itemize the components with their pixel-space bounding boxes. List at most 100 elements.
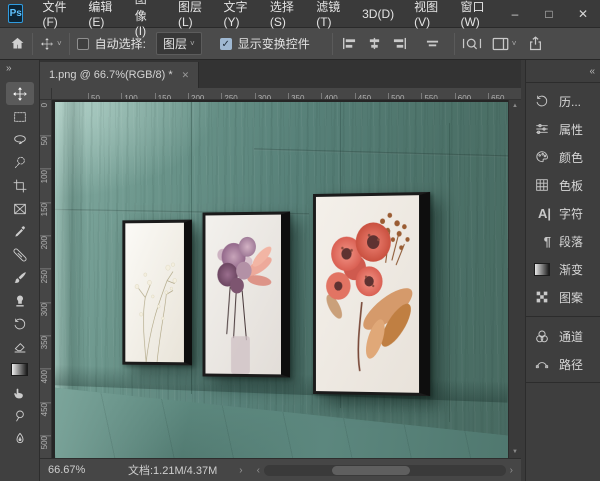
home-icon[interactable] [10,36,25,51]
ruler-tick: 50 [88,93,121,100]
panel-history[interactable]: 历... [526,87,600,115]
history-brush-tool[interactable] [6,312,34,335]
panel-icon [533,288,551,306]
panel-channels[interactable]: 通道 [526,322,600,350]
panel-group-2: 通道 路径 [526,322,600,378]
auto-select-label: 自动选择: [95,35,146,52]
vertical-scrollbar[interactable]: ▲ ▼ [508,100,521,458]
smudge-tool[interactable] [6,381,34,404]
tab-close-icon[interactable]: ✕ [182,70,190,81]
share-icon[interactable] [528,36,543,51]
panel-properties[interactable]: 属性 [526,115,600,143]
scroll-left-icon[interactable]: ‹ [253,465,264,476]
move-tool[interactable] [6,82,34,105]
eyedropper-tool[interactable] [6,220,34,243]
menu-item[interactable]: 选择(S) [261,0,305,33]
scroll-up-icon[interactable]: ▲ [512,100,518,112]
right-panel-dock: « 历... 属性 [525,60,600,481]
canvas-viewport[interactable] [52,100,508,458]
panel-gradient[interactable]: 渐变 [526,255,600,283]
gradient-tool[interactable] [6,358,34,381]
lasso-tool[interactable] [6,128,34,151]
zoom-level[interactable]: 66.67% [48,464,100,476]
show-transform-checkbox[interactable]: ✓ [220,38,232,50]
horizontal-scrollbar[interactable]: ‹ › [253,465,517,476]
artwork-frame-coral-bouquet [313,192,430,396]
panel-group-1: 历... 属性 颜色 [526,82,600,311]
eraser-tool[interactable] [6,335,34,358]
tool-palette: » [0,60,40,481]
ruler-tick: 400 [321,93,354,100]
frame-tool[interactable] [6,197,34,220]
align-right-icon[interactable] [392,37,407,50]
titlebar: Ps 文件(F)编辑(E)图像(I)图层(L)文字(Y)选择(S)滤镜(T)3D… [0,0,600,28]
align-left-icon[interactable] [342,37,357,50]
close-button[interactable]: ✕ [566,0,600,27]
document-tab-title: 1.png @ 66.7%(RGB/8) * [49,69,173,81]
ruler-tick: 500 [388,93,421,100]
status-bar: 66.67% 文档:1.21M/4.37M › ‹ › [40,458,521,481]
document-tab[interactable]: 1.png @ 66.7%(RGB/8) * ✕ [40,62,199,88]
ruler-tick: 100 [40,170,52,203]
pen-tool[interactable] [6,427,34,450]
ruler-tick: 250 [221,93,254,100]
status-menu-arrow-icon[interactable]: › [239,465,242,476]
ruler-tick: 450 [355,93,388,100]
panel-swatches[interactable]: 色板 [526,171,600,199]
panel-icon [533,148,551,166]
panel-pattern[interactable]: 图案 [526,283,600,311]
ruler-tick: 600 [455,93,488,100]
menu-item[interactable]: 视图(V) [405,0,449,33]
scrollbar-track[interactable] [264,465,506,476]
panel-icon [533,176,551,194]
quick-selection-tool[interactable] [6,151,34,174]
menu-item[interactable]: 编辑(E) [79,0,123,33]
menu-item[interactable]: 窗口(W) [451,0,498,33]
ruler-tick: 200 [188,93,221,100]
marquee-tool[interactable] [6,105,34,128]
crop-tool[interactable] [6,174,34,197]
move-tool-icon[interactable] [40,37,54,51]
panel-icon [533,120,551,138]
zoom-search-icon[interactable] [462,36,482,51]
scrollbar-thumb[interactable] [332,466,410,475]
scroll-down-icon[interactable]: ▼ [512,446,518,458]
healing-brush-tool[interactable] [6,243,34,266]
panel-color[interactable]: 颜色 [526,143,600,171]
panel-icon: A| [533,204,551,222]
menu-item[interactable]: 文件(F) [33,0,77,33]
menu-item[interactable]: 3D(D) [353,3,403,25]
auto-select-target-dropdown[interactable]: 图层 ˅ [156,32,202,55]
workspace-chevron-icon[interactable]: ˅ [512,39,517,48]
minimize-button[interactable]: – [498,0,532,27]
scroll-right-icon[interactable]: › [506,465,517,476]
brush-tool[interactable] [6,266,34,289]
ruler-tick: 300 [40,303,52,336]
ruler-tick: 350 [40,336,52,369]
left-wall-corner [55,102,87,401]
toolbar-expand-icon[interactable]: » [0,60,17,78]
workspace-icon[interactable] [492,37,509,51]
panel-icon [533,92,551,110]
menu-item[interactable]: 滤镜(T) [307,0,351,33]
move-tool-chevron-icon[interactable]: ˅ [57,39,62,48]
clone-stamp-tool[interactable] [6,289,34,312]
panel-paragraph[interactable]: ¶ 段落 [526,227,600,255]
panel-character[interactable]: A| 字符 [526,199,600,227]
horizontal-ruler: 5010015020025030035040045050055060065070… [52,88,521,100]
dodge-tool[interactable] [6,404,34,427]
document-tab-bar: 1.png @ 66.7%(RGB/8) * ✕ [40,60,521,88]
maximize-button[interactable]: □ [532,0,566,27]
menu-item[interactable]: 图层(L) [169,0,212,33]
panel-collapse-icon[interactable]: « [589,66,594,77]
menu-item[interactable]: 文字(Y) [215,0,259,33]
canvas-image[interactable] [55,102,508,458]
ruler-tick: 0 [40,103,52,136]
distribute-icon[interactable] [425,37,440,50]
panel-paths[interactable]: 路径 [526,350,600,378]
align-center-icon[interactable] [367,37,382,50]
ruler-tick: 150 [40,203,52,236]
photoshop-logo-icon: Ps [8,4,23,23]
ruler-tick: 450 [40,403,52,436]
auto-select-checkbox[interactable] [77,38,89,50]
